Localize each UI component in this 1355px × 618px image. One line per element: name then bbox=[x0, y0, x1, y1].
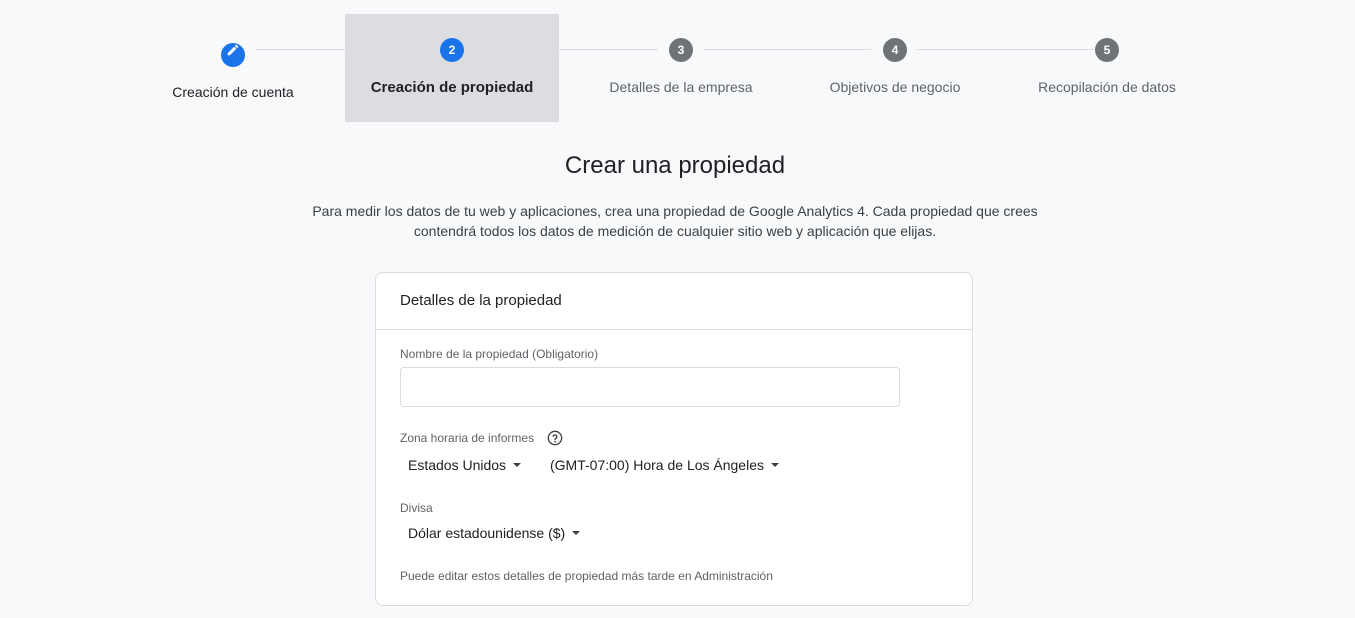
caret-down-icon bbox=[771, 463, 779, 468]
card-title: Detalles de la propiedad bbox=[376, 273, 972, 330]
step-number: 2 bbox=[440, 38, 464, 62]
hint-text: Puede editar estos detalles de propiedad… bbox=[400, 569, 773, 583]
currency-label: Divisa bbox=[400, 501, 433, 515]
step-circle-done bbox=[221, 43, 245, 67]
step-number: 5 bbox=[1095, 38, 1119, 62]
step-label: Recopilación de datos bbox=[1038, 79, 1176, 95]
page-description-line: contendrá todos los datos de medición de… bbox=[413, 223, 937, 239]
step-property-creation[interactable]: 2 Creación de propiedad bbox=[342, 38, 562, 96]
page-title: Crear una propiedad bbox=[564, 152, 786, 179]
page-description: Para medir los datos de tu web y aplicac… bbox=[270, 201, 1080, 241]
step-label: Creación de cuenta bbox=[172, 84, 294, 100]
currency-dropdown[interactable]: Dólar estadounidense ($) bbox=[408, 525, 581, 541]
page-description-line: Para medir los datos de tu web y aplicac… bbox=[312, 203, 1038, 219]
step-label: Objetivos de negocio bbox=[829, 79, 961, 95]
caret-down-icon bbox=[513, 463, 522, 468]
currency-value: Dólar estadounidense ($) bbox=[408, 525, 566, 541]
property-name-input[interactable] bbox=[400, 367, 900, 407]
country-dropdown[interactable]: Estados Unidos bbox=[408, 457, 522, 473]
country-value: Estados Unidos bbox=[408, 457, 507, 473]
step-number: 4 bbox=[883, 38, 907, 62]
step-data-collection[interactable]: 5 Recopilación de datos bbox=[997, 38, 1217, 95]
step-label: Creación de propiedad bbox=[370, 79, 534, 96]
timezone-label: Zona horaria de informes bbox=[400, 431, 535, 445]
pencil-icon bbox=[227, 44, 239, 56]
timezone-dropdown[interactable]: (GMT-07:00) Hora de Los Ángeles bbox=[550, 457, 779, 473]
stepper: Creación de cuenta 2 Creación de propied… bbox=[0, 0, 1355, 130]
step-account-creation[interactable]: Creación de cuenta bbox=[123, 38, 343, 100]
help-circle-icon[interactable] bbox=[547, 430, 563, 446]
caret-down-icon bbox=[572, 531, 581, 536]
step-number: 3 bbox=[669, 38, 693, 62]
step-business-objectives[interactable]: 4 Objetivos de negocio bbox=[785, 38, 1005, 95]
property-name-label: Nombre de la propiedad (Obligatorio) bbox=[400, 347, 599, 361]
step-label: Detalles de la empresa bbox=[609, 79, 753, 95]
step-business-details[interactable]: 3 Detalles de la empresa bbox=[571, 38, 791, 95]
timezone-value: (GMT-07:00) Hora de Los Ángeles bbox=[550, 457, 764, 473]
property-details-card: Detalles de la propiedad Nombre de la pr… bbox=[375, 272, 973, 606]
